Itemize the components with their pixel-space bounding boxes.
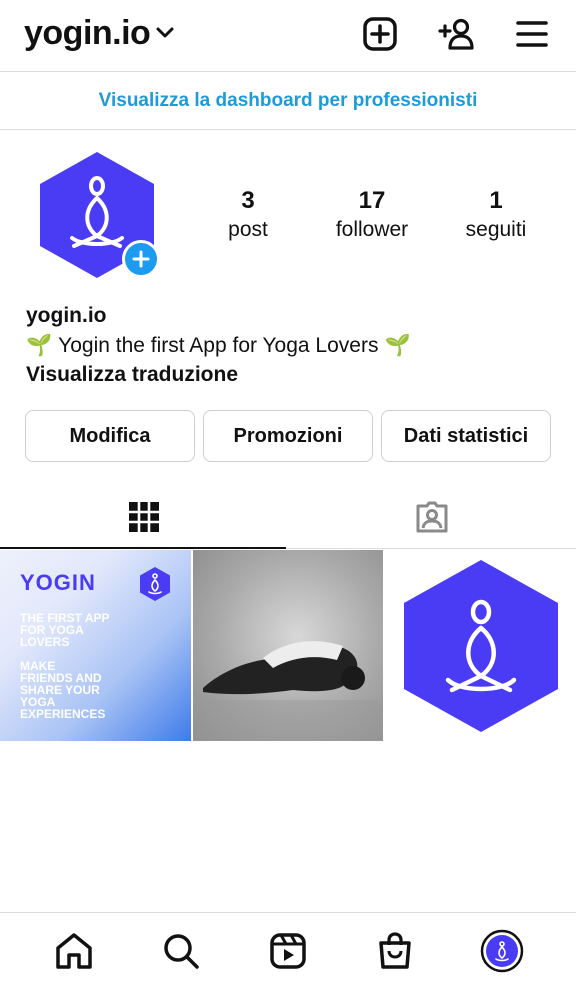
shop-icon[interactable] xyxy=(372,928,418,974)
bio-text: 🌱 Yogin the first App for Yoga Lovers 🌱 xyxy=(26,331,556,361)
seedling-emoji: 🌱 xyxy=(384,334,411,357)
post-thumbnail[interactable] xyxy=(192,550,384,741)
yogin-logo-icon xyxy=(403,559,558,732)
create-post-icon[interactable] xyxy=(360,14,400,54)
posts-grid: YOGIN THE FIRST APP FOR YOGA LOVERS MAKE… xyxy=(0,550,576,741)
post-text-description: MAKE FRIENDS AND SHARE YOUR YOGA EXPERIE… xyxy=(20,659,106,721)
tab-posts-grid[interactable] xyxy=(0,486,288,549)
yoga-pose-photo xyxy=(192,641,384,741)
post-text-tagline: THE FIRST APP FOR YOGA LOVERS xyxy=(20,611,110,649)
header-username: yogin.io xyxy=(24,14,151,52)
translate-link[interactable]: Visualizza traduzione xyxy=(26,361,556,389)
profile-avatar-icon[interactable] xyxy=(479,928,525,974)
profile-actions: Modifica Promozioni Dati statistici xyxy=(25,410,551,462)
yogin-logo-icon xyxy=(140,567,170,601)
profile-tabs xyxy=(0,486,576,549)
chevron-down-icon xyxy=(156,26,174,45)
search-icon[interactable] xyxy=(158,928,204,974)
stat-following[interactable]: 1 seguiti xyxy=(434,186,558,244)
post-title: YOGIN xyxy=(20,570,96,595)
post-thumbnail[interactable] xyxy=(385,550,576,741)
insights-button[interactable]: Dati statistici xyxy=(381,410,551,462)
stat-value: 17 xyxy=(358,187,386,214)
menu-icon[interactable] xyxy=(512,14,552,54)
edit-profile-button[interactable]: Modifica xyxy=(25,410,195,462)
stat-label: post xyxy=(228,218,268,241)
home-icon[interactable] xyxy=(51,928,97,974)
grid-icon xyxy=(129,502,159,532)
post-thumbnail[interactable]: YOGIN THE FIRST APP FOR YOGA LOVERS MAKE… xyxy=(0,550,191,741)
tab-tagged[interactable] xyxy=(288,486,576,548)
pro-dashboard-label: Visualizza la dashboard per professionis… xyxy=(98,89,478,111)
bio-description: Yogin the first App for Yoga Lovers xyxy=(58,334,379,357)
tagged-icon xyxy=(416,501,448,533)
promotions-button[interactable]: Promozioni xyxy=(203,410,373,462)
stat-label: seguiti xyxy=(465,218,527,241)
stat-value: 3 xyxy=(241,187,255,214)
seedling-emoji: 🌱 xyxy=(26,334,53,357)
add-person-icon[interactable] xyxy=(436,14,476,54)
top-actions xyxy=(360,14,552,54)
stat-value: 1 xyxy=(489,187,503,214)
profile-bio: yogin.io 🌱 Yogin the first App for Yoga … xyxy=(26,302,556,389)
profile-name: yogin.io xyxy=(26,304,107,327)
stat-label: follower xyxy=(335,218,409,241)
top-bar: yogin.io xyxy=(0,0,576,72)
account-switcher[interactable]: yogin.io xyxy=(24,14,174,53)
stat-posts[interactable]: 3 post xyxy=(186,186,310,244)
reels-icon[interactable] xyxy=(265,928,311,974)
pro-dashboard-link[interactable]: Visualizza la dashboard per professionis… xyxy=(0,72,576,130)
stat-followers[interactable]: 17 follower xyxy=(310,186,434,244)
add-story-button[interactable] xyxy=(122,240,160,278)
bottom-navigation xyxy=(0,912,576,988)
profile-stats: 3 post 17 follower 1 seguiti xyxy=(186,186,558,244)
plus-icon xyxy=(132,250,150,268)
